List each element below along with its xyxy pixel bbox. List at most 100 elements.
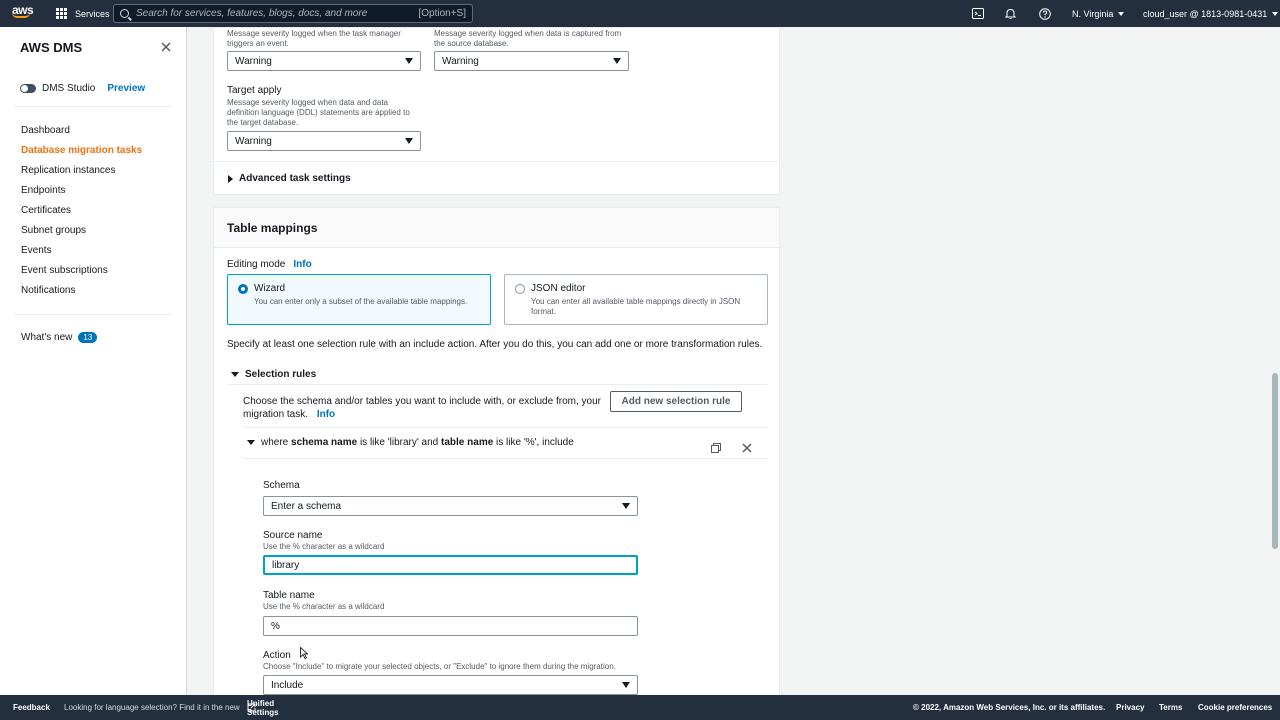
sidebar-item-events[interactable]: Events [21, 244, 142, 264]
cloudshell-icon[interactable] [971, 7, 984, 20]
page-scrollbar[interactable] [1272, 373, 1278, 549]
sidebar-title: AWS DMS [20, 40, 83, 55]
sidebar: AWS DMS DMS Studio Preview Dashboard Dat… [0, 27, 187, 695]
search-icon [120, 9, 129, 18]
caret-down-icon [622, 682, 630, 688]
sidebar-nav: Dashboard Database migration tasks Repli… [21, 124, 142, 304]
wizard-label: Wizard [254, 283, 286, 294]
services-label: Services [75, 8, 110, 19]
table-mappings-card: Table mappings Editing mode Info Wizard … [213, 207, 780, 695]
cookie-preferences-link[interactable]: Cookie preferences [1198, 703, 1272, 712]
selection-rules-label: Selection rules [245, 369, 317, 380]
whats-new-link[interactable]: What's new 13 [21, 332, 98, 343]
caret-right-icon [228, 174, 233, 183]
selection-rules-description: Choose the schema and/or tables you want… [243, 395, 603, 421]
select-value: Warning [235, 55, 272, 67]
search-input[interactable]: Search for services, features, blogs, do… [113, 4, 473, 23]
table-name-input[interactable]: % [263, 616, 638, 636]
unified-settings-link[interactable]: Unified Settings [247, 699, 279, 717]
caret-down-icon [247, 440, 255, 445]
sidebar-item-subnet-groups[interactable]: Subnet groups [21, 224, 142, 244]
source-capture-desc: Message severity logged when data is cap… [434, 29, 622, 48]
divider [243, 458, 767, 459]
caret-down-icon [231, 372, 239, 377]
add-new-selection-rule-button[interactable]: Add new selection rule [610, 391, 742, 412]
search-placeholder: Search for services, features, blogs, do… [136, 8, 368, 19]
json-editor-radio[interactable] [515, 284, 525, 294]
duplicate-rule-icon[interactable] [711, 440, 721, 456]
privacy-link[interactable]: Privacy [1116, 703, 1144, 712]
action-label: Action [263, 650, 291, 661]
caret-down-icon [613, 58, 621, 64]
search-shortcut: [Option+S] [418, 8, 466, 19]
source-name-label: Source name [263, 530, 323, 541]
account-label: cloud_user @ 1813-0981-0431 [1143, 8, 1268, 19]
wizard-radio-option[interactable]: Wizard You can enter only a subset of th… [227, 274, 491, 325]
json-editor-label: JSON editor [531, 283, 586, 294]
account-menu[interactable]: cloud_user @ 1813-0981-0431 [1143, 0, 1279, 27]
caret-down-icon [622, 503, 630, 509]
mouse-cursor-icon [300, 646, 309, 662]
sidebar-item-replication-instances[interactable]: Replication instances [21, 164, 142, 184]
terms-link[interactable]: Terms [1159, 703, 1182, 712]
target-apply-severity-select[interactable]: Warning [227, 131, 421, 151]
language-text: Looking for language selection? Find it … [64, 703, 240, 712]
sidebar-item-certificates[interactable]: Certificates [21, 204, 142, 224]
wizard-radio[interactable] [238, 284, 248, 294]
table-name-value: % [271, 620, 280, 632]
rule-summary: where schema name is like 'library' and … [261, 437, 574, 448]
region-label: N. Virginia [1072, 8, 1114, 19]
sidebar-item-endpoints[interactable]: Endpoints [21, 184, 142, 204]
action-select[interactable]: Include [263, 675, 638, 695]
remove-rule-icon[interactable] [742, 440, 752, 456]
source-name-hint: Use the % character as a wildcard [263, 542, 385, 551]
sidebar-item-database-migration-tasks[interactable]: Database migration tasks [21, 144, 142, 164]
task-manager-severity-select[interactable]: Warning [227, 51, 421, 71]
sidebar-item-event-subscriptions[interactable]: Event subscriptions [21, 264, 142, 284]
sidebar-item-dashboard[interactable]: Dashboard [21, 124, 142, 144]
selection-rules-expander[interactable]: Selection rules [231, 369, 316, 380]
services-menu-button[interactable]: Services [56, 0, 110, 27]
advanced-task-settings-expander[interactable]: Advanced task settings [228, 173, 351, 184]
feedback-link[interactable]: Feedback [13, 703, 50, 712]
table-name-hint: Use the % character as a wildcard [263, 602, 385, 611]
schema-select[interactable]: Enter a schema [263, 496, 638, 516]
selection-rule-header[interactable]: where schema name is like 'library' and … [247, 437, 574, 448]
editing-mode-label: Editing mode [227, 259, 286, 270]
chevron-down-icon [1118, 11, 1125, 16]
copyright-text: © 2022, Amazon Web Services, Inc. or its… [913, 703, 1106, 712]
preview-link[interactable]: Preview [107, 83, 145, 94]
unified-settings-label: Unified Settings [247, 698, 279, 717]
select-value: Warning [442, 55, 479, 67]
source-name-input[interactable]: library [263, 555, 638, 575]
divider [14, 314, 172, 315]
json-editor-desc: You can enter all available table mappin… [531, 297, 741, 316]
source-name-value: library [272, 559, 300, 571]
action-hint: Choose "Include" to migrate your selecte… [263, 662, 616, 671]
json-editor-radio-option[interactable]: JSON editor You can enter all available … [504, 274, 768, 325]
caret-down-icon [405, 58, 413, 64]
selection-rules-info-link[interactable]: Info [317, 409, 335, 420]
dms-studio-label: DMS Studio [42, 83, 96, 94]
editing-mode-info-link[interactable]: Info [293, 259, 311, 270]
grid-icon [56, 8, 67, 19]
bell-icon[interactable] [1004, 7, 1017, 20]
toggle-switch[interactable] [20, 84, 36, 93]
schema-placeholder: Enter a schema [271, 500, 342, 512]
dms-studio-toggle[interactable]: DMS Studio Preview [20, 83, 145, 94]
select-value: Warning [235, 135, 272, 147]
region-selector[interactable]: N. Virginia [1072, 0, 1125, 27]
help-icon[interactable] [1038, 7, 1051, 20]
target-apply-desc: Message severity logged when data and da… [227, 98, 410, 127]
close-icon[interactable] [160, 40, 172, 52]
sidebar-item-notifications[interactable]: Notifications [21, 284, 142, 304]
source-capture-severity-select[interactable]: Warning [434, 51, 629, 71]
task-logging-card: Message severity logged when the task ma… [213, 27, 780, 195]
selection-desc-text: Choose the schema and/or tables you want… [243, 396, 601, 420]
chevron-down-icon [1272, 11, 1279, 16]
table-name-label: Table name [263, 590, 315, 601]
divider [14, 106, 172, 107]
top-navigation: aws Services Search for services, featur… [0, 0, 1280, 27]
aws-logo[interactable]: aws [12, 4, 34, 22]
task-manager-desc: Message severity logged when the task ma… [227, 29, 401, 48]
